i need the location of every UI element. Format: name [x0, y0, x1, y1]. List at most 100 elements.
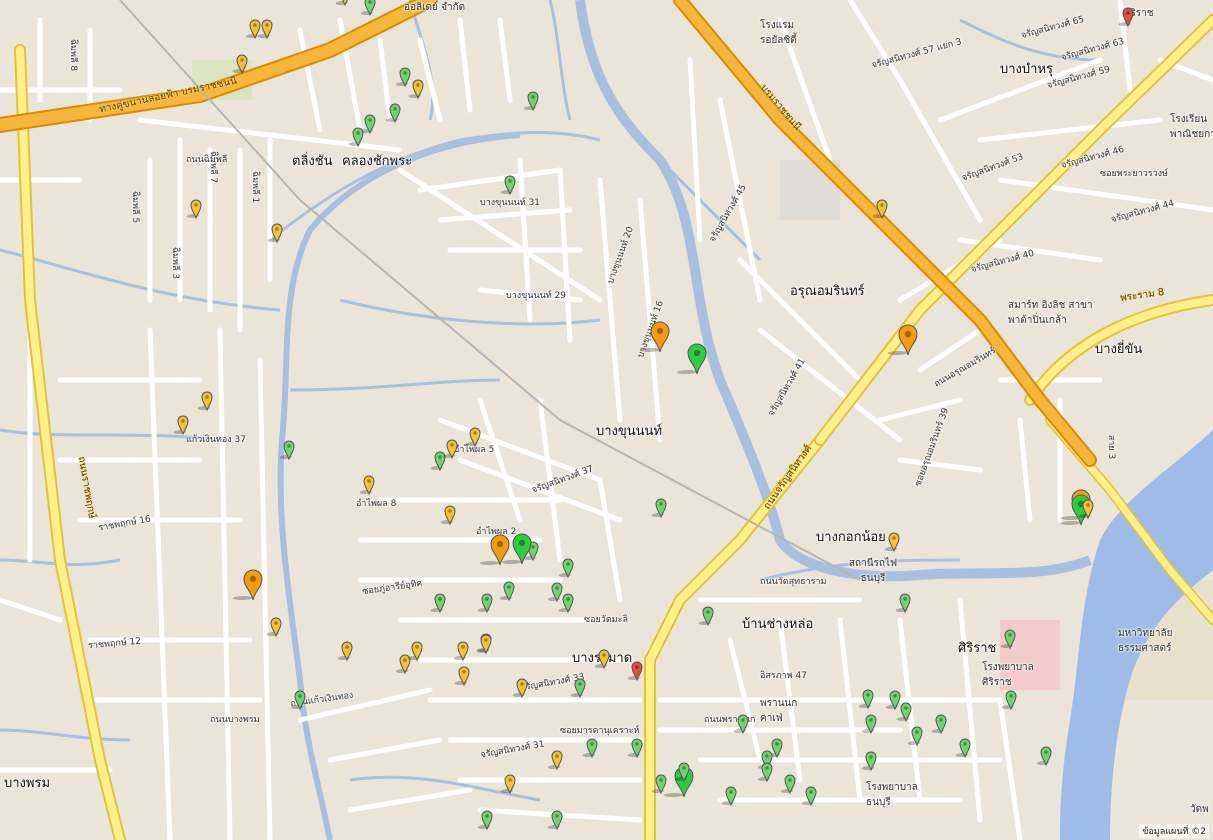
map-pin-yellow[interactable]	[337, 641, 353, 662]
map-pin-yellow[interactable]	[454, 666, 470, 687]
map-pin-yellow[interactable]	[884, 532, 900, 553]
district-label-bang-phrom: บางพรม	[4, 776, 51, 791]
map-pin-green[interactable]	[499, 581, 515, 602]
map-pin-yellow[interactable]	[335, 0, 351, 7]
district-label-bangkok-noi: บางกอกน้อย	[816, 530, 886, 545]
road-label-bang-phrom: ถนนบางพรม	[210, 715, 260, 725]
map-pin-green[interactable]	[931, 714, 947, 735]
map-pin-yellow[interactable]	[442, 439, 458, 460]
map-pin-yellow[interactable]	[594, 649, 610, 670]
map-pin-green[interactable]	[523, 91, 539, 112]
map-pin-yellow[interactable]	[547, 750, 563, 771]
map-pin-green[interactable]	[955, 738, 971, 759]
poi-thonburi-railway-station[interactable]: สถานีรถไฟ ธนบุรี	[838, 556, 908, 586]
map-pin-green[interactable]	[674, 762, 690, 783]
map-pin-green[interactable]	[430, 593, 446, 614]
map-pin-orange[interactable]	[887, 324, 918, 356]
street-label: ฉิมพลี 8	[68, 38, 79, 72]
map-pin-yellow[interactable]	[266, 617, 282, 638]
map-pin-green[interactable]	[570, 678, 586, 699]
map-pin-yellow[interactable]	[197, 391, 213, 412]
map-pin-green[interactable]	[858, 689, 874, 710]
map-pin-yellow[interactable]	[500, 774, 516, 795]
map-pin-green[interactable]	[279, 440, 295, 461]
map-pin-green[interactable]	[861, 714, 877, 735]
map-pin-green[interactable]	[698, 606, 714, 627]
map-pin-green[interactable]	[757, 762, 773, 783]
district-label-khlong-chak-phra: คลองชักพระ	[342, 154, 413, 169]
district-label-bang-khun-non: บางขุนนนท์	[596, 424, 663, 439]
map-pin-yellow[interactable]	[465, 427, 481, 448]
poi-royal-city-hotel[interactable]: โรงแรม รอยัลซิตี้	[760, 18, 820, 48]
map-pin-green[interactable]	[907, 726, 923, 747]
map-pin-bright-green[interactable]	[676, 343, 707, 375]
street-label: ซอยพระยาวรวงษ์	[1100, 169, 1168, 179]
map-pin-yellow[interactable]	[232, 54, 248, 75]
map-pin-green[interactable]	[651, 498, 667, 519]
street-label: สาย 3	[1106, 434, 1117, 460]
map-pin-green[interactable]	[290, 690, 306, 711]
map-pin-green[interactable]	[895, 593, 911, 614]
map-pin-orange[interactable]	[639, 321, 670, 353]
map-pin-green[interactable]	[896, 702, 912, 723]
map-pin-green[interactable]	[477, 810, 493, 831]
map-pin-green[interactable]	[477, 593, 493, 614]
map-pin-green[interactable]	[348, 127, 364, 148]
map-pin-green[interactable]	[861, 751, 877, 772]
street-label: บางขุนนนท์ 29	[506, 291, 567, 301]
map-pin-green[interactable]	[1036, 746, 1052, 767]
map-pin-yellow[interactable]	[476, 634, 492, 655]
map-pin-yellow[interactable]	[407, 641, 423, 662]
map-pin-green[interactable]	[651, 774, 667, 795]
map-pin-green[interactable]	[780, 774, 796, 795]
map-pin-green[interactable]	[733, 714, 749, 735]
street-label: ซอยมารดานุเคราะห์	[560, 726, 640, 736]
map-pin-green[interactable]	[721, 786, 737, 807]
street-label: ฉิมพลี 5	[130, 190, 141, 224]
map-pin-green[interactable]	[1000, 629, 1016, 650]
poi-thonburi-hospital[interactable]: โรงพยาบาล ธนบุรี	[866, 780, 936, 810]
map-pin-red[interactable]	[1118, 7, 1134, 28]
map-pin-yellow[interactable]	[359, 475, 375, 496]
map-pin-green[interactable]	[547, 810, 563, 831]
poi-siriraj-hospital[interactable]: โรงพยาบาล ศิริราช	[982, 660, 1052, 690]
map-pin-green[interactable]	[582, 738, 598, 759]
map-pin-green[interactable]	[395, 67, 411, 88]
map-pin-green[interactable]	[500, 175, 516, 196]
poi-smart-english[interactable]: สมาร์ท อิงลิช สาขาพาต้าปิ่นเกล้า	[1008, 298, 1098, 328]
poi-phran-nok-cafe[interactable]: พรานนก คาเฟ่	[760, 696, 800, 726]
map-pin-red[interactable]	[627, 661, 643, 682]
map-pin-green[interactable]	[801, 786, 817, 807]
map-pin-yellow[interactable]	[512, 678, 528, 699]
map-pin-yellow[interactable]	[453, 641, 469, 662]
poi-thammasat-university[interactable]: มหาวิทยาลัย ธรรมศาสตร์	[1118, 626, 1198, 656]
map-pin-yellow[interactable]	[257, 19, 273, 40]
map-pin-green[interactable]	[430, 451, 446, 472]
map-attribution: ข้อมูลแผนที่ ©2	[1139, 824, 1209, 838]
street-label: ถนนฉิมพลี	[186, 155, 228, 165]
map-pin-yellow[interactable]	[872, 199, 888, 220]
map-pin-orange[interactable]	[232, 569, 263, 601]
map-pin-yellow[interactable]	[1078, 499, 1094, 520]
map-pin-yellow[interactable]	[267, 223, 283, 244]
map-pin-green[interactable]	[1001, 690, 1017, 711]
map-pin-green[interactable]	[385, 103, 401, 124]
poi-commercial-school[interactable]: โรงเรียน พาณิชยการ	[1170, 112, 1213, 142]
map-pin-green[interactable]	[360, 0, 376, 17]
map-pin-yellow[interactable]	[173, 415, 189, 436]
map-pin-bright-green[interactable]	[501, 533, 532, 565]
map-pin-yellow[interactable]	[186, 199, 202, 220]
map-pin-green[interactable]	[558, 558, 574, 579]
district-label-bang-yi-khan: บางยี่ขัน	[1095, 342, 1143, 357]
street-label: อิสรภาพ 47	[760, 671, 807, 681]
map-pin-green[interactable]	[627, 738, 643, 759]
poi-holiday-company[interactable]: ออลิเดย์ จำกัด	[404, 0, 465, 15]
map-pin-yellow[interactable]	[408, 79, 424, 100]
map-pin-green[interactable]	[558, 593, 574, 614]
street-label: ซอยวัดมะลิ	[584, 615, 628, 625]
poi-wat[interactable]: วัดพ	[1190, 802, 1209, 817]
map-pin-yellow[interactable]	[440, 505, 456, 526]
street-label: ฉิมพลี 3	[170, 246, 181, 280]
district-label-taling-chan: ตลิ่งชัน	[292, 154, 333, 169]
map-canvas[interactable]: ตลิ่งชัน คลองชักพระ บางบำหรุ อรุณอมรินทร…	[0, 0, 1213, 840]
